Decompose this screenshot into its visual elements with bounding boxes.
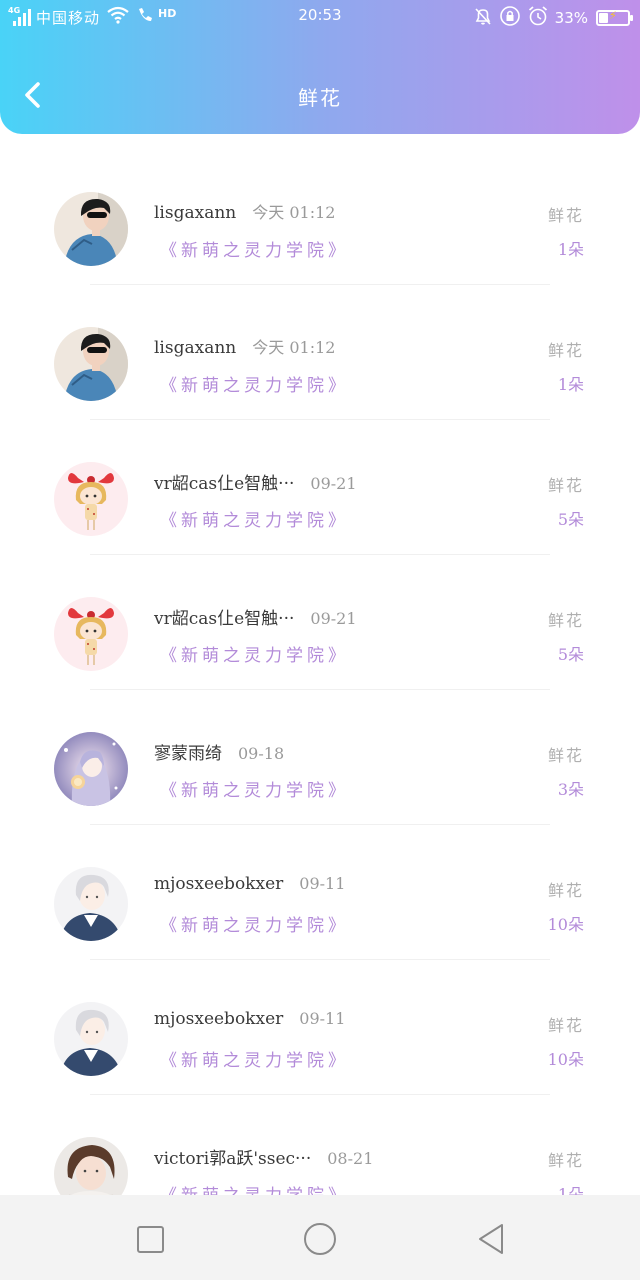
book-title: 《新萌之灵力学院》 [160, 241, 349, 261]
battery-icon: ⚡ [596, 9, 633, 26]
gift-type-label: 鲜花 [547, 476, 584, 495]
system-back-button[interactable] [472, 1219, 512, 1259]
username: mjosxeebokxer [154, 874, 284, 894]
username: mjosxeebokxer [154, 1009, 284, 1029]
timestamp: 今天 01:12 [252, 203, 336, 222]
status-bar: 4G 中国移动 HD 20:53 33% ⚡ [0, 0, 640, 32]
circle-icon [304, 1223, 336, 1255]
list-item[interactable]: mjosxeebokxer 09-11 《新萌之灵力学院》 鲜花 10朵 [0, 825, 640, 960]
username: lisgaxann [154, 203, 237, 223]
list-item[interactable]: vr龆cas仩e智触··· 09-21 《新萌之灵力学院》 鲜花 5朵 [0, 555, 640, 690]
book-title: 《新萌之灵力学院》 [160, 511, 349, 531]
timestamp: 09-11 [299, 1009, 346, 1028]
battery-percent-label: 33% [554, 9, 588, 27]
username: vr龆cas仩e智触··· [154, 609, 295, 629]
list-item[interactable]: 寥蒙雨绮 09-18 《新萌之灵力学院》 鲜花 3朵 [0, 690, 640, 825]
gift-type-label: 鲜花 [547, 1151, 584, 1170]
list-item[interactable]: victori郭a跃'ssec··· 08-21 《新萌之灵力学院》 鲜花 1朵 [0, 1095, 640, 1195]
gift-count: 1朵 [557, 240, 584, 259]
mute-bell-icon [473, 6, 493, 30]
avatar[interactable] [54, 732, 128, 806]
list-item[interactable]: lisgaxann 今天 01:12 《新萌之灵力学院》 鲜花 1朵 [0, 150, 640, 285]
gift-count: 5朵 [557, 645, 584, 664]
system-nav-bar [0, 1195, 640, 1280]
gift-type-label: 鲜花 [547, 341, 584, 360]
triangle-back-icon [479, 1224, 503, 1254]
square-icon [137, 1226, 164, 1253]
gift-count: 5朵 [557, 510, 584, 529]
timestamp: 08-21 [327, 1149, 374, 1168]
gift-count: 1朵 [557, 375, 584, 394]
recent-apps-button[interactable] [131, 1219, 171, 1259]
timestamp: 今天 01:12 [252, 338, 336, 357]
username: vr龆cas仩e智触··· [154, 474, 295, 494]
timestamp: 09-21 [310, 609, 357, 628]
gift-type-label: 鲜花 [547, 881, 584, 900]
list-item[interactable]: lisgaxann 今天 01:12 《新萌之灵力学院》 鲜花 1朵 [0, 285, 640, 420]
avatar[interactable] [54, 1137, 128, 1195]
gift-count: 10朵 [547, 915, 584, 934]
username: 寥蒙雨绮 [154, 744, 222, 764]
book-title: 《新萌之灵力学院》 [160, 1051, 349, 1071]
header-bar: 4G 中国移动 HD 20:53 33% ⚡ 鲜花 [0, 0, 640, 134]
avatar[interactable] [54, 867, 128, 941]
avatar[interactable] [54, 462, 128, 536]
gift-type-label: 鲜花 [547, 206, 584, 225]
list-item[interactable]: mjosxeebokxer 09-11 《新萌之灵力学院》 鲜花 10朵 [0, 960, 640, 1095]
timestamp: 09-21 [310, 474, 357, 493]
book-title: 《新萌之灵力学院》 [160, 916, 349, 936]
book-title: 《新萌之灵力学院》 [160, 1181, 349, 1195]
book-title: 《新萌之灵力学院》 [160, 376, 349, 396]
avatar[interactable] [54, 1002, 128, 1076]
avatar[interactable] [54, 327, 128, 401]
page-title: 鲜花 [298, 86, 342, 110]
gift-count: 3朵 [557, 780, 584, 799]
rotation-lock-icon [499, 5, 521, 31]
home-button[interactable] [300, 1219, 340, 1259]
username: victori郭a跃'ssec··· [154, 1149, 312, 1169]
gift-count: 1朵 [557, 1185, 584, 1195]
username: lisgaxann [154, 338, 237, 358]
list-item[interactable]: vr龆cas仩e智触··· 09-21 《新萌之灵力学院》 鲜花 5朵 [0, 420, 640, 555]
gift-type-label: 鲜花 [547, 611, 584, 630]
gift-count: 10朵 [547, 1050, 584, 1069]
book-title: 《新萌之灵力学院》 [160, 781, 349, 801]
book-title: 《新萌之灵力学院》 [160, 646, 349, 666]
title-bar: 鲜花 [0, 60, 640, 130]
avatar[interactable] [54, 597, 128, 671]
alarm-clock-icon [527, 5, 549, 31]
flower-gift-list: lisgaxann 今天 01:12 《新萌之灵力学院》 鲜花 1朵 lisga… [0, 150, 640, 1195]
timestamp: 09-18 [238, 744, 285, 763]
timestamp: 09-11 [299, 874, 346, 893]
gift-type-label: 鲜花 [547, 746, 584, 765]
gift-type-label: 鲜花 [547, 1016, 584, 1035]
avatar[interactable] [54, 192, 128, 266]
